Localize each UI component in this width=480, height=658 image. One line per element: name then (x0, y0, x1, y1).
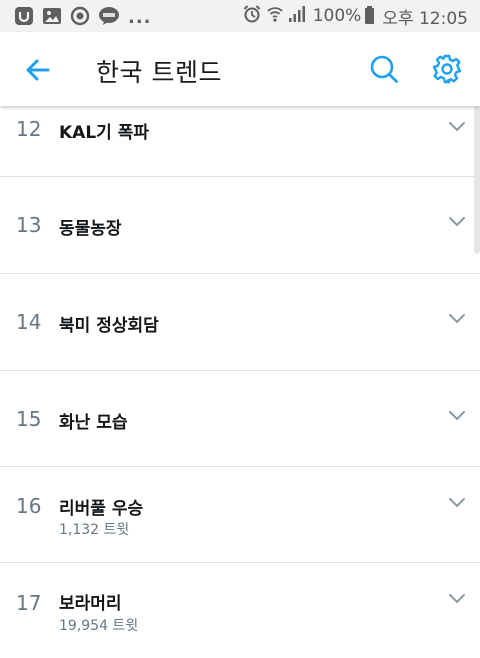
chevron-down-icon[interactable] (448, 497, 466, 509)
wifi-icon (267, 5, 283, 27)
trend-row-14[interactable]: 14 북미 정상회담 (0, 274, 480, 370)
trend-rank: 16 (16, 494, 42, 518)
app-bar: 한국 트렌드 (0, 32, 480, 106)
chevron-down-icon[interactable] (448, 593, 466, 605)
trend-title: 리버풀 우승 (59, 499, 144, 519)
chevron-down-icon[interactable] (448, 410, 466, 422)
trend-rank: 17 (16, 591, 42, 615)
trend-title: 동물농장 (59, 219, 122, 239)
back-arrow-icon (26, 59, 50, 81)
chevron-down-icon[interactable] (448, 121, 466, 133)
trend-title: 북미 정상회담 (59, 316, 159, 336)
trend-rank: 15 (16, 407, 42, 431)
search-icon (370, 55, 398, 83)
trend-rank: 13 (16, 213, 42, 237)
trend-row-13[interactable]: 13 동물농장 (0, 177, 480, 273)
more-notifications: ... (128, 7, 152, 28)
trend-tweet-count: 19,954 트윗 (59, 618, 139, 634)
trend-tweet-count: 1,132 트윗 (59, 522, 130, 538)
sync-icon (70, 6, 90, 30)
battery-percent: 100% (312, 6, 362, 26)
office-app-icon (14, 6, 34, 30)
trend-rank: 12 (16, 117, 42, 141)
trend-title: KAL기 폭파 (59, 123, 150, 143)
chevron-down-icon[interactable] (448, 313, 466, 325)
trend-title: 보라머리 (59, 594, 122, 614)
alarm-icon (243, 5, 261, 27)
trend-row-15[interactable]: 15 화난 모습 (0, 371, 480, 466)
settings-button[interactable] (431, 53, 463, 85)
trend-row-16[interactable]: 16 리버풀 우승 1,132 트윗 (0, 467, 480, 562)
trend-title: 화난 모습 (59, 413, 128, 433)
search-button[interactable] (368, 53, 400, 85)
clock: 오후 12:05 (382, 8, 468, 29)
battery-icon (365, 6, 375, 24)
scrollbar[interactable] (474, 106, 480, 254)
back-button[interactable] (22, 54, 54, 86)
trend-rank: 14 (16, 310, 42, 334)
trend-row-17[interactable]: 17 보라머리 19,954 트윗 (0, 563, 480, 658)
kakaotalk-icon (98, 6, 120, 30)
page-title: 한국 트렌드 (96, 58, 222, 87)
gear-icon (432, 54, 462, 84)
trend-row-12[interactable]: 12 KAL기 폭파 (0, 106, 480, 176)
status-bar: ... 100% 오후 12:05 (0, 0, 480, 32)
status-bar-notifications: ... (14, 6, 152, 30)
signal-icon (288, 6, 305, 26)
trends-list[interactable]: 12 KAL기 폭파 13 동물농장 14 북미 정상회담 15 화난 모습 1… (0, 106, 480, 658)
status-bar-system: 100% 오후 12:05 (243, 5, 468, 29)
chevron-down-icon[interactable] (448, 216, 466, 228)
gallery-icon (42, 6, 62, 30)
